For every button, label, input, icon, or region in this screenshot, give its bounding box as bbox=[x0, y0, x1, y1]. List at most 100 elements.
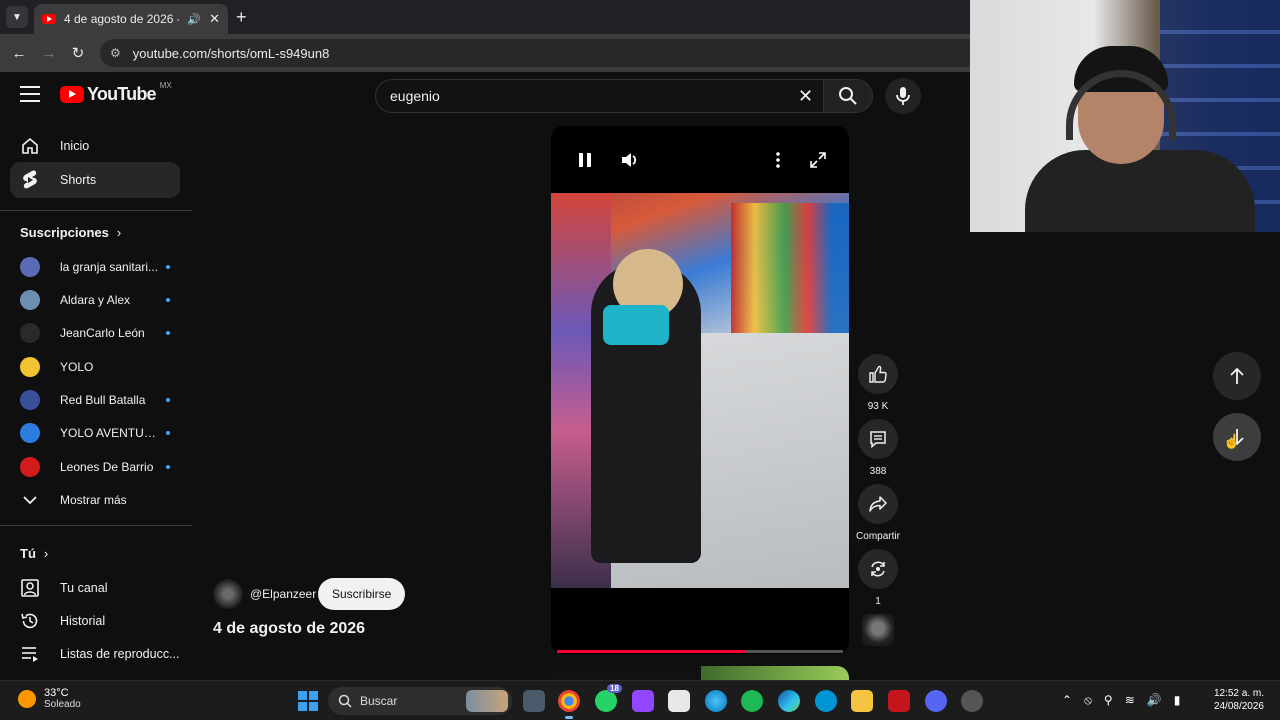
spotify-icon[interactable] bbox=[741, 690, 763, 712]
task-view-icon[interactable] bbox=[523, 690, 545, 712]
search-icon bbox=[839, 87, 857, 105]
you-header[interactable]: Tú › bbox=[20, 546, 48, 561]
pause-button[interactable] bbox=[573, 148, 597, 172]
subscriptions-header[interactable]: Suscripciones › bbox=[20, 225, 121, 240]
share-button[interactable] bbox=[858, 484, 898, 524]
camera-off-icon[interactable]: ⦸ bbox=[1084, 693, 1092, 708]
arrow-up-icon bbox=[1230, 367, 1244, 384]
previous-short-button[interactable] bbox=[1213, 352, 1261, 400]
sidebar-subscription[interactable]: Aldara y Alex bbox=[20, 288, 170, 312]
menu-icon[interactable] bbox=[20, 86, 40, 102]
search-button[interactable] bbox=[823, 79, 873, 113]
sidebar-subscription[interactable]: JeanCarlo León bbox=[20, 321, 170, 345]
forward-button[interactable]: → bbox=[38, 42, 60, 64]
sidebar-item-historial[interactable]: Historial bbox=[10, 603, 180, 639]
microphone-icon[interactable]: ⚲ bbox=[1104, 693, 1113, 708]
whatsapp-icon[interactable]: 18 bbox=[595, 684, 622, 712]
sidebar-subscription[interactable]: Red Bull Batalla bbox=[20, 388, 170, 412]
clock[interactable]: 12:52 a. m. 24/08/2026 bbox=[1206, 687, 1264, 713]
sidebar-item-label: Tu canal bbox=[60, 581, 108, 595]
like-button[interactable] bbox=[858, 354, 898, 394]
new-content-dot bbox=[166, 431, 170, 435]
channel-avatar[interactable] bbox=[862, 614, 894, 646]
hp-icon[interactable] bbox=[815, 690, 837, 712]
sidebar-subscription[interactable]: YOLO AVENTUR... bbox=[20, 421, 170, 445]
chrome-icon[interactable] bbox=[558, 690, 580, 719]
short-title[interactable]: 4 de agosto de 2026 bbox=[213, 620, 365, 638]
twitch-icon[interactable] bbox=[632, 690, 654, 712]
mcafee-icon[interactable] bbox=[888, 690, 910, 712]
channel-handle[interactable]: @Elpanzeer bbox=[250, 587, 316, 601]
edge-icon[interactable] bbox=[778, 690, 800, 712]
sidebar-subscription[interactable]: la granja sanitari... bbox=[20, 255, 170, 279]
sun-icon bbox=[18, 689, 36, 708]
search-input[interactable]: eugenio bbox=[375, 79, 823, 113]
youtube-play-icon bbox=[60, 86, 84, 103]
comments-button[interactable] bbox=[858, 419, 898, 459]
site-info-icon[interactable]: ⚙ bbox=[110, 46, 121, 60]
settings-icon[interactable] bbox=[961, 690, 983, 712]
fullscreen-button[interactable] bbox=[806, 148, 830, 172]
next-short-preview[interactable] bbox=[551, 666, 849, 680]
channel-avatar bbox=[20, 423, 40, 443]
like-count: 93 K bbox=[867, 401, 889, 412]
chevron-up-icon[interactable]: ⌃ bbox=[1062, 693, 1072, 708]
tab-list-button[interactable]: ▼ bbox=[6, 6, 28, 28]
sidebar-subscription[interactable]: YOLO bbox=[20, 355, 170, 379]
sidebar-item-listas[interactable]: Listas de reproducc... bbox=[10, 636, 180, 672]
browser-app-icon[interactable] bbox=[705, 690, 727, 712]
shorts-player[interactable] bbox=[551, 126, 849, 654]
sidebar-item-inicio[interactable]: Inicio bbox=[10, 128, 180, 164]
voice-search-button[interactable] bbox=[885, 78, 921, 114]
share-label: Compartir bbox=[856, 531, 900, 542]
sidebar-subscription[interactable]: Leones De Barrio bbox=[20, 455, 170, 479]
address-bar[interactable]: ⚙ youtube.com/shorts/omL-s949un8 bbox=[100, 39, 980, 67]
back-button[interactable]: ← bbox=[8, 42, 30, 64]
share-icon bbox=[869, 496, 887, 512]
battery-icon[interactable]: ▮ bbox=[1174, 693, 1181, 708]
weather-widget[interactable]: 33°C Soleado bbox=[18, 687, 81, 710]
video-frame[interactable] bbox=[551, 193, 849, 588]
volume-button[interactable] bbox=[618, 148, 642, 172]
share-action: Compartir bbox=[856, 484, 900, 542]
wifi-icon[interactable]: ≋ bbox=[1125, 693, 1135, 708]
new-content-dot bbox=[166, 331, 170, 335]
channel-avatar[interactable] bbox=[213, 579, 243, 609]
sidebar-item-tu-canal[interactable]: Tu canal bbox=[10, 570, 180, 606]
notification-badge: 18 bbox=[607, 684, 622, 693]
youtube-logo[interactable]: YouTube MX bbox=[60, 81, 172, 105]
pause-icon bbox=[579, 153, 591, 167]
taskbar-search[interactable]: Buscar bbox=[328, 687, 512, 715]
speaker-icon[interactable]: 🔊 bbox=[1147, 693, 1162, 708]
reload-button[interactable]: ↻ bbox=[67, 42, 89, 64]
close-tab-icon[interactable]: ✕ bbox=[209, 11, 220, 27]
home-icon bbox=[20, 136, 40, 156]
tab-title: 4 de agosto de 2026 - YouTube bbox=[64, 12, 179, 26]
comment-count: 388 bbox=[869, 466, 887, 477]
chevron-down-icon bbox=[20, 490, 40, 510]
taskbar: 33°C Soleado Buscar 18 ⌃ ⦸ ⚲ ≋ 🔊 ▮ 12:52… bbox=[0, 680, 1280, 720]
subscribe-button[interactable]: Suscribirse bbox=[318, 578, 406, 610]
taskbar-search-placeholder: Buscar bbox=[360, 694, 398, 708]
sidebar-item-label: Listas de reproducc... bbox=[60, 647, 180, 661]
more-options-button[interactable] bbox=[766, 148, 790, 172]
chevron-right-icon: › bbox=[116, 225, 122, 240]
webcam-overlay bbox=[970, 0, 1280, 232]
playlists-icon bbox=[20, 644, 40, 664]
channel-avatar bbox=[20, 390, 40, 410]
clear-search-icon[interactable]: ✕ bbox=[798, 86, 813, 107]
start-button[interactable] bbox=[298, 691, 318, 711]
country-code: MX bbox=[159, 81, 172, 90]
discord-icon[interactable] bbox=[925, 690, 947, 712]
new-content-dot bbox=[166, 465, 170, 469]
show-more-button[interactable]: Mostrar más bbox=[20, 488, 170, 512]
search-value: eugenio bbox=[390, 88, 440, 104]
sidebar-item-shorts[interactable]: Shorts bbox=[10, 162, 180, 198]
progress-bar bbox=[557, 650, 746, 653]
audio-playing-icon[interactable]: 🔊 bbox=[187, 13, 201, 26]
remix-button[interactable] bbox=[858, 549, 898, 589]
browser-tab[interactable]: 4 de agosto de 2026 - YouTube 🔊 ✕ bbox=[34, 4, 228, 34]
new-tab-button[interactable]: + bbox=[236, 7, 247, 28]
file-explorer-icon[interactable] bbox=[851, 690, 873, 712]
store-icon[interactable] bbox=[668, 690, 690, 712]
